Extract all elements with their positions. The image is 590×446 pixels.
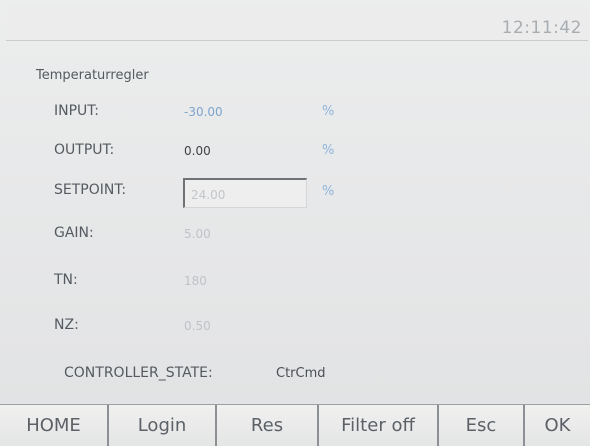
function-key-bar: HOME Login Res Filter off Esc OK <box>0 404 590 446</box>
setpoint-label: SETPOINT: <box>54 182 127 198</box>
setpoint-input[interactable]: 24.00 <box>183 178 307 208</box>
output-label: OUTPUT: <box>54 142 115 158</box>
reset-button[interactable]: Res <box>217 405 319 446</box>
login-button[interactable]: Login <box>109 405 217 446</box>
setpoint-value: 24.00 <box>191 188 226 202</box>
controller-state-label: CONTROLLER_STATE: <box>64 365 213 381</box>
output-unit: % <box>322 143 335 158</box>
controller-state-value: CtrCmd <box>276 366 326 381</box>
ok-button[interactable]: OK <box>525 405 590 446</box>
status-bar: 12:11:42 <box>6 6 588 41</box>
filter-off-button[interactable]: Filter off <box>319 405 439 446</box>
nz-label: NZ: <box>54 317 79 333</box>
setpoint-unit: % <box>322 184 335 199</box>
input-unit: % <box>322 104 335 119</box>
tn-label: TN: <box>54 272 78 288</box>
nz-value: 0.50 <box>184 319 211 333</box>
output-value: 0.00 <box>184 144 211 158</box>
tn-value: 180 <box>184 274 207 288</box>
gain-label: GAIN: <box>54 225 94 241</box>
clock: 12:11:42 <box>501 18 582 38</box>
input-label: INPUT: <box>54 103 100 119</box>
home-button[interactable]: HOME <box>0 405 109 446</box>
gain-value: 5.00 <box>184 227 211 241</box>
input-value: -30.00 <box>184 105 223 119</box>
hmi-screen: 12:11:42 Temperaturregler INPUT: -30.00 … <box>0 0 590 446</box>
panel-title: Temperaturregler <box>36 68 149 83</box>
esc-button[interactable]: Esc <box>439 405 525 446</box>
